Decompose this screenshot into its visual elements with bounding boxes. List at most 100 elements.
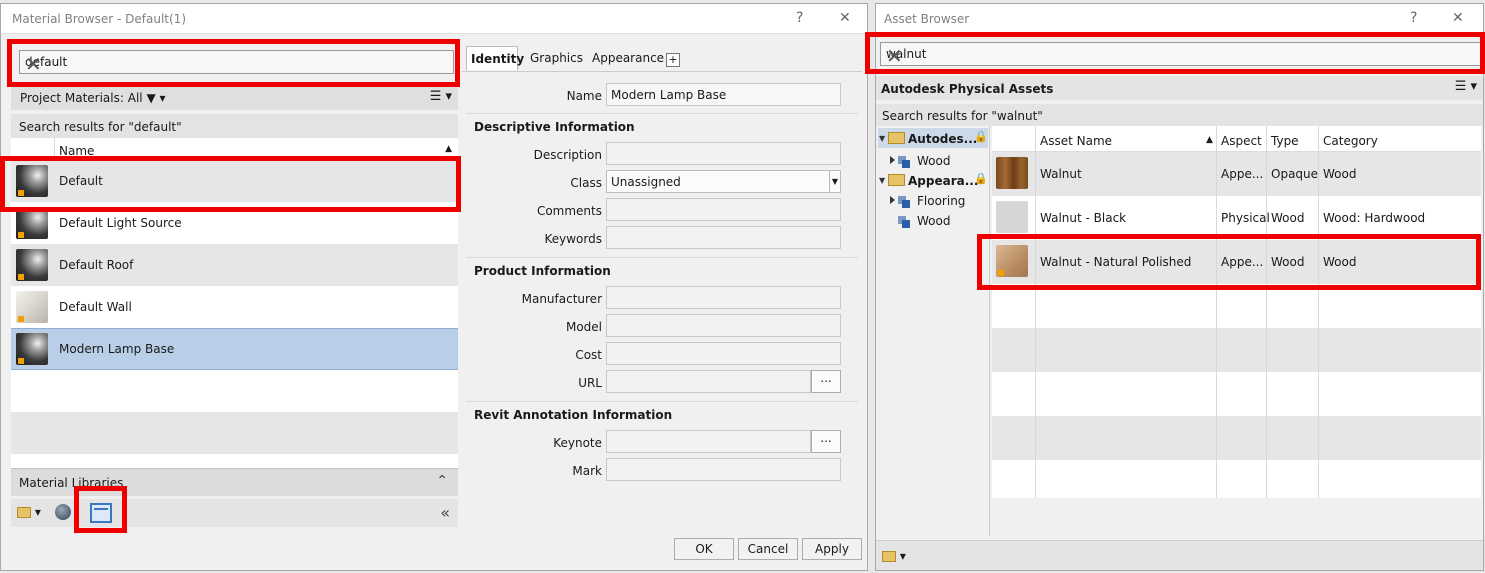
url-field[interactable] — [606, 370, 811, 393]
editor-tab-strip: Identity Graphics Appearance + — [462, 46, 862, 72]
material-name: Modern Lamp Base — [59, 342, 175, 356]
ok-button[interactable]: OK — [674, 538, 734, 560]
description-field[interactable] — [606, 142, 841, 165]
lock-icon: 🔒 — [974, 172, 988, 185]
material-thumbnail — [16, 333, 48, 365]
cancel-button[interactable]: Cancel — [738, 538, 798, 560]
asset-row-walnut-black[interactable]: Walnut - Black Physical Wood Wood: Hardw… — [992, 196, 1481, 240]
material-list-pane: default ✕ Project Materials: All ▼ ▾ ☰ ▾… — [11, 38, 458, 528]
material-name: Default Wall — [59, 300, 132, 314]
cost-field[interactable] — [606, 342, 841, 365]
asset-toolbar: ▾ — [876, 540, 1483, 570]
keynote-field[interactable] — [606, 430, 811, 453]
asset-browser-title: Asset Browser — [884, 12, 970, 26]
name-field[interactable]: Modern Lamp Base — [606, 83, 841, 106]
tree-node-wood[interactable]: Wood — [890, 150, 986, 170]
category-icon — [898, 155, 910, 168]
material-editor-pane: Identity Graphics Appearance + Name Mode… — [462, 46, 862, 529]
material-name: Default Light Source — [59, 216, 182, 230]
library-label: Autodesk Physical Assets — [881, 82, 1054, 96]
asset-row-walnut[interactable]: Walnut Appe... Opaque Wood — [992, 152, 1481, 196]
comments-label: Comments — [536, 204, 602, 218]
tree-node-flooring[interactable]: Flooring — [890, 190, 986, 210]
asset-category: Wood: Hardwood — [1323, 211, 1426, 225]
help-icon[interactable]: ? — [796, 10, 803, 26]
expand-libraries-icon[interactable]: ⌃ — [436, 473, 448, 489]
tree-node-wood-2[interactable]: Wood — [890, 210, 986, 230]
list-item-default-light-source[interactable]: Default Light Source — [11, 202, 458, 244]
column-name-header[interactable]: Name — [59, 144, 94, 158]
material-libraries-label: Material Libraries — [19, 476, 124, 490]
column-asset-name[interactable]: Asset Name — [1040, 134, 1112, 148]
tab-graphics[interactable]: Graphics — [526, 46, 587, 70]
material-name: Default — [59, 174, 103, 188]
url-browse-button[interactable]: ... — [811, 370, 841, 393]
model-field[interactable] — [606, 314, 841, 337]
filter-label: Project Materials: All — [20, 91, 143, 105]
tree-node-autodesk[interactable]: ▼ Autodes... 🔒 — [878, 128, 988, 148]
asset-thumbnail — [996, 201, 1028, 233]
product-info-header: Product Information — [474, 264, 611, 278]
funnel-icon: ▼ ▾ — [146, 91, 166, 105]
category-icon — [898, 195, 910, 208]
tree-node-label: Appeara... — [908, 174, 979, 188]
add-tab-icon[interactable]: + — [666, 53, 680, 67]
asset-aspect: Appe... — [1221, 255, 1264, 269]
manufacturer-label: Manufacturer — [521, 292, 602, 306]
tree-node-label: Wood — [917, 214, 951, 228]
column-type[interactable]: Type — [1271, 134, 1299, 148]
class-dropdown[interactable]: Unassigned ▼ — [606, 170, 841, 193]
asset-row-walnut-natural-polished[interactable]: Walnut - Natural Polished Appe... Wood W… — [992, 240, 1481, 284]
tab-identity[interactable]: Identity — [466, 46, 524, 70]
view-options-icon[interactable]: ☰ ▾ — [430, 89, 452, 104]
class-value: Unassigned — [611, 175, 681, 189]
tree-node-appearance[interactable]: ▼ Appeara... 🔒 — [878, 170, 988, 190]
list-empty-row — [11, 370, 458, 412]
asset-thumbnail — [996, 245, 1028, 277]
asset-browser-toggle-icon[interactable] — [90, 503, 112, 523]
material-thumbnail — [16, 249, 48, 281]
close-icon[interactable]: ✕ — [839, 10, 851, 26]
sort-ascending-icon: ▲ — [1206, 135, 1213, 145]
close-icon[interactable]: ✕ — [1452, 10, 1464, 26]
mark-field[interactable] — [606, 458, 841, 481]
model-label: Model — [565, 320, 602, 334]
material-browser-titlebar: Material Browser - Default(1) ? ✕ — [1, 4, 867, 34]
results-header: Search results for "default" — [11, 114, 458, 138]
clear-search-icon[interactable]: ✕ — [886, 46, 1476, 66]
list-item-modern-lamp-base[interactable]: Modern Lamp Base — [11, 328, 458, 370]
apply-button[interactable]: Apply — [802, 538, 862, 560]
view-options-icon[interactable]: ☰ ▾ — [1455, 79, 1477, 94]
asset-name: Walnut - Natural Polished — [1040, 255, 1192, 269]
comments-field[interactable] — [606, 198, 841, 221]
asset-search-input[interactable]: walnut ✕ — [880, 42, 1481, 66]
asset-empty-row — [992, 416, 1481, 460]
list-item-default-roof[interactable]: Default Roof — [11, 244, 458, 286]
library-manage-icon[interactable]: ▾ — [882, 549, 906, 563]
library-manage-icon[interactable]: ▾ — [17, 505, 41, 519]
asset-name: Walnut - Black — [1040, 211, 1127, 225]
keywords-field[interactable] — [606, 226, 841, 249]
material-list: Name ▲ Default Default Light Source Defa… — [11, 138, 458, 472]
manufacturer-field[interactable] — [606, 286, 841, 309]
list-item-default-wall[interactable]: Default Wall — [11, 286, 458, 328]
collapse-panel-icon[interactable]: « — [440, 503, 450, 522]
material-name: Default Roof — [59, 258, 134, 272]
folder-icon — [888, 132, 905, 144]
clear-search-icon[interactable]: ✕ — [25, 54, 449, 74]
library-tree: ▼ Autodes... 🔒 Wood ▼ Appeara... 🔒 Floor… — [876, 126, 990, 536]
create-material-icon[interactable] — [55, 504, 71, 520]
tab-appearance[interactable]: Appearance — [588, 46, 668, 70]
material-thumbnail — [16, 207, 48, 239]
asset-empty-row — [992, 460, 1481, 498]
asset-empty-row — [992, 372, 1481, 416]
list-item-default[interactable]: Default — [11, 160, 458, 202]
material-search-input[interactable]: default ✕ — [19, 50, 454, 74]
category-icon — [898, 215, 910, 228]
keynote-browse-button[interactable]: ... — [811, 430, 841, 453]
name-label: Name — [566, 89, 602, 103]
column-category[interactable]: Category — [1323, 134, 1378, 148]
project-filter-dropdown[interactable]: Project Materials: All ▼ ▾ — [20, 91, 166, 105]
help-icon[interactable]: ? — [1410, 10, 1417, 26]
column-aspect[interactable]: Aspect — [1221, 134, 1262, 148]
